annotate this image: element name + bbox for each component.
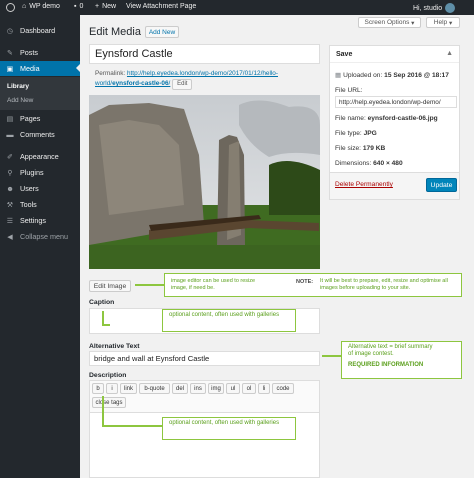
caption-label: Caption <box>89 299 115 306</box>
pages-icon: ▤ <box>6 114 14 123</box>
menu-item-settings[interactable]: ☰ Settings <box>0 213 80 228</box>
plugin-icon: ⚲ <box>7 168 13 177</box>
collapse-menu[interactable]: ◀ Collapse menu <box>0 229 80 244</box>
media-submenu: Library Add New <box>0 77 80 110</box>
edit-image-button[interactable]: Edit Image <box>89 280 131 292</box>
comment-icon: ▪ <box>74 3 77 10</box>
arrow-connector <box>102 396 104 426</box>
new-content-link[interactable]: + New <box>95 3 116 10</box>
toolbar-button-ol[interactable]: ol <box>242 383 256 394</box>
settings-icon: ☰ <box>6 216 14 225</box>
menu-item-media[interactable]: ▣ Media <box>0 61 80 76</box>
admin-bar: ⌂ WP demo ▪ 0 + New View Attachment Page… <box>0 0 474 15</box>
permalink-edit-button[interactable]: Edit <box>172 79 193 90</box>
permalink: Permalink: http://help.eyedea.london/wp-… <box>95 69 321 90</box>
screen-options-button[interactable]: Screen Options ▾ <box>358 17 421 28</box>
toolbar-button-bold[interactable]: b <box>92 383 104 394</box>
update-button[interactable]: Update <box>426 178 457 192</box>
file-url-label: File URL: <box>335 87 363 94</box>
menu-item-plugins[interactable]: ⚲ Plugins <box>0 165 80 180</box>
save-metabox: Save ▲ ▦ Uploaded on: 15 Sep 2016 @ 18:1… <box>329 45 460 200</box>
menu-item-comments[interactable]: ▬ Comments <box>0 127 80 142</box>
collapse-arrow-icon[interactable]: ▲ <box>446 50 453 57</box>
help-button[interactable]: Help ▾ <box>426 17 460 28</box>
note-image-editor: image editor can be used to resize image… <box>164 273 462 297</box>
delete-permanently-link[interactable]: Delete Permanently <box>335 181 393 188</box>
submenu-library[interactable]: Library <box>7 83 29 90</box>
arrow-connector <box>102 425 162 427</box>
file-url-input[interactable]: http://help.eyedea.london/wp-demo/ <box>335 96 457 108</box>
paintbrush-icon: ✐ <box>6 152 14 161</box>
toolbar-button-img[interactable]: img <box>208 383 224 394</box>
wrench-icon: ⚒ <box>6 200 14 209</box>
media-icon: ▣ <box>6 64 14 73</box>
toolbar-button-link[interactable]: link <box>120 383 137 394</box>
file-type-row: File type: JPG <box>335 130 377 137</box>
save-box-header: Save ▲ <box>330 46 459 63</box>
calendar-icon: ▦ <box>335 72 342 79</box>
arrow-connector <box>322 355 341 357</box>
site-name-link[interactable]: ⌂ WP demo <box>22 3 60 10</box>
arrow-connector <box>102 311 104 325</box>
user-icon: ☻ <box>6 184 14 193</box>
wordpress-logo-icon[interactable] <box>6 3 15 12</box>
uploaded-on-row: ▦ Uploaded on: 15 Sep 2016 @ 18:17 <box>335 72 449 79</box>
toolbar-button-ul[interactable]: ul <box>226 383 240 394</box>
description-label: Description <box>89 372 127 379</box>
toolbar-button-code[interactable]: code <box>272 383 294 394</box>
menu-item-users[interactable]: ☻ Users <box>0 181 80 196</box>
comment-icon: ▬ <box>6 130 14 139</box>
avatar <box>445 3 456 13</box>
note-caption-optional: optional content, often used with galler… <box>162 309 296 332</box>
menu-item-dashboard[interactable]: ◷ Dashboard <box>0 23 80 38</box>
pushpin-icon: ✎ <box>6 48 14 57</box>
menu-item-tools[interactable]: ⚒ Tools <box>0 197 80 212</box>
note-description-optional: optional content, often used with galler… <box>162 417 296 440</box>
menu-item-posts[interactable]: ✎ Posts <box>0 45 80 60</box>
admin-menu: ◷ Dashboard ✎ Posts ▣ Media Library Add New… <box>0 15 80 478</box>
add-new-button[interactable]: Add New <box>145 26 179 38</box>
page-title: Edit Media <box>89 26 141 38</box>
toolbar-button-del[interactable]: del <box>172 383 188 394</box>
account-menu[interactable]: Hi, studio <box>413 3 456 13</box>
menu-item-appearance[interactable]: ✐ Appearance <box>0 149 80 164</box>
alt-text-input[interactable]: bridge and wall at Eynsford Castle <box>89 351 320 366</box>
toolbar-button-blockquote[interactable]: b-quote <box>139 383 170 394</box>
home-icon: ⌂ <box>22 3 27 10</box>
required-info-label: REQUIRED INFORMATION <box>348 362 424 368</box>
title-input[interactable]: Eynsford Castle <box>89 44 320 64</box>
file-size-row: File size: 179 KB <box>335 145 386 152</box>
file-name-row: File name: eynsford-castle-06.jpg <box>335 115 438 122</box>
toolbar-button-italic[interactable]: i <box>106 383 118 394</box>
dashboard-icon: ◷ <box>6 26 14 35</box>
alt-text-label: Alternative Text <box>89 343 140 350</box>
comments-link[interactable]: ▪ 0 <box>74 3 83 10</box>
toolbar-button-li[interactable]: li <box>258 383 270 394</box>
arrow-connector <box>102 324 110 326</box>
toolbar-button-ins[interactable]: ins <box>190 383 206 394</box>
dimensions-row: Dimensions: 640 × 480 <box>335 160 403 167</box>
view-attachment-link[interactable]: View Attachment Page <box>126 3 196 10</box>
note-alt-text: Alternative text = brief summary of imag… <box>341 341 462 379</box>
plus-icon: + <box>95 3 100 10</box>
arrow-connector <box>135 284 164 286</box>
submenu-add-new[interactable]: Add New <box>7 97 33 104</box>
collapse-icon: ◀ <box>7 232 13 241</box>
media-image <box>89 95 320 269</box>
menu-item-pages[interactable]: ▤ Pages <box>0 111 80 126</box>
toolbar-button-close-tags[interactable]: close tags <box>92 397 126 408</box>
